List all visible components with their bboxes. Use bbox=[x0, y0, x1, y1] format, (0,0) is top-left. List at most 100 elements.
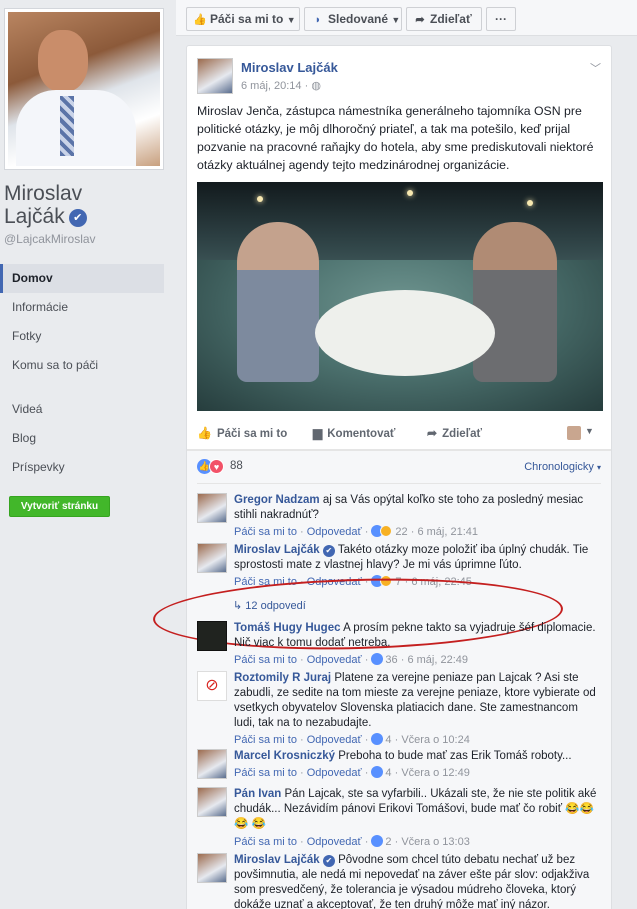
comment-time[interactable]: 6 máj, 22:45 bbox=[411, 576, 472, 588]
comment-author[interactable]: Tomáš Hugy Hugec bbox=[234, 622, 341, 634]
post-share-button[interactable]: ➦ Zdieľať bbox=[427, 426, 482, 440]
comment-body: Tomáš Hugy Hugec A prosím pekne takto sa… bbox=[234, 621, 602, 651]
page-nav: Domov Informácie Fotky Komu sa to páči V… bbox=[0, 264, 164, 482]
commenter-avatar[interactable]: ⊘ bbox=[197, 671, 227, 701]
comment-reply-link[interactable]: Odpovedať bbox=[307, 734, 362, 746]
rss-icon: ◗ bbox=[314, 14, 322, 26]
share-page-button[interactable]: ➦ Zdieľať bbox=[406, 7, 482, 31]
like-reaction-icon bbox=[371, 766, 384, 778]
nav-item-informacie[interactable]: Informácie bbox=[0, 293, 164, 322]
haha-reaction-icon bbox=[380, 525, 393, 537]
view-replies-link[interactable]: ↳ 12 odpovedí bbox=[233, 599, 306, 612]
post-card: Miroslav Lajčák 6 máj, 20:14 · ◍ ﹀ Miros… bbox=[152, 45, 612, 909]
thumbs-up-icon: 👍 bbox=[193, 14, 207, 26]
comment-body: Roztomily R Juraj Platene za verejne pen… bbox=[234, 671, 602, 731]
post-options-chevron-icon[interactable]: ﹀ bbox=[590, 60, 601, 76]
photo-lamp bbox=[257, 196, 263, 202]
comment-reaction-count: 36 bbox=[385, 654, 398, 666]
comment-like-link[interactable]: Páči sa mi to bbox=[234, 836, 297, 848]
page-name[interactable]: Miroslav Lajčák ✔ bbox=[4, 182, 87, 228]
chevron-down-icon: ▼ bbox=[286, 15, 296, 25]
comment-reply-link[interactable]: Odpovedať bbox=[307, 836, 362, 848]
commenter-avatar[interactable] bbox=[197, 749, 227, 779]
like-reaction-icon bbox=[371, 653, 384, 665]
post-like-label: Páči sa mi to bbox=[216, 428, 288, 440]
comment-sort-dropdown[interactable]: Chronologicky ▾ bbox=[524, 461, 601, 473]
like-page-button[interactable]: 👍 Páči sa mi to ▼ bbox=[186, 7, 300, 31]
comment-like-link[interactable]: Páči sa mi to bbox=[234, 654, 297, 666]
comment-author[interactable]: Pán Ivan bbox=[234, 788, 281, 800]
photo-person-right bbox=[473, 222, 557, 382]
post-photo[interactable] bbox=[197, 182, 603, 411]
comment-body: Marcel Krosniczký Preboha to bude mať za… bbox=[234, 749, 602, 764]
globe-icon: ◍ bbox=[311, 80, 321, 92]
photo-lamp bbox=[407, 190, 413, 196]
nav-item-videa[interactable]: Videá bbox=[0, 395, 164, 424]
comment-reply-link[interactable]: Odpovedať bbox=[307, 767, 362, 779]
comment-time[interactable]: 6 máj, 21:41 bbox=[417, 526, 478, 538]
post-comment-button[interactable]: ▆ Komentovať bbox=[313, 426, 395, 440]
comment-time[interactable]: 6 máj, 22:49 bbox=[407, 654, 468, 666]
chevron-down-icon: ▼ bbox=[391, 15, 401, 25]
commenter-avatar[interactable] bbox=[197, 787, 227, 817]
comment-meta: Páči sa mi to · Odpovedať · 7 · 6 máj, 2… bbox=[234, 575, 472, 588]
comment-author[interactable]: Gregor Nadzam bbox=[234, 494, 320, 506]
comment-body: Pán Ivan Pán Lajcak, ste sa vyfarbili.. … bbox=[234, 787, 602, 832]
comment-meta: Páči sa mi to · Odpovedať · 4 · Včera o … bbox=[234, 766, 470, 779]
comment-text: Preboha to bude mať zas Erik Tomáš robot… bbox=[338, 750, 572, 762]
nav-item-blog[interactable]: Blog bbox=[0, 424, 164, 453]
share-arrow-icon: ➦ bbox=[415, 14, 425, 26]
comment-reply-link[interactable]: Odpovedať bbox=[307, 654, 362, 666]
comment-like-link[interactable]: Páči sa mi to bbox=[234, 526, 297, 538]
post-like-button[interactable]: 👍 Páči sa mi to bbox=[197, 426, 287, 440]
comment-like-link[interactable]: Páči sa mi to bbox=[234, 576, 297, 588]
comment-author[interactable]: Roztomily R Juraj bbox=[234, 672, 331, 684]
post-author-name[interactable]: Miroslav Lajčák bbox=[241, 60, 338, 75]
comment-like-link[interactable]: Páči sa mi to bbox=[234, 767, 297, 779]
follow-button[interactable]: ◗ Sledované ▼ bbox=[304, 7, 402, 31]
thumbs-up-icon: 👍 bbox=[197, 426, 212, 440]
profile-picture[interactable] bbox=[8, 12, 160, 166]
create-page-button[interactable]: Vytvoriť stránku bbox=[9, 496, 110, 517]
comment-author[interactable]: Miroslav Lajčák bbox=[234, 544, 320, 556]
chevron-down-icon: ▾ bbox=[596, 463, 601, 472]
comment-reaction-count: 4 bbox=[385, 767, 392, 779]
nav-item-domov[interactable]: Domov bbox=[0, 264, 164, 293]
like-page-label: Páči sa mi to bbox=[210, 12, 284, 26]
profile-picture-frame[interactable] bbox=[4, 8, 164, 170]
nav-item-fotky[interactable]: Fotky bbox=[0, 322, 164, 351]
commenter-avatar[interactable] bbox=[197, 621, 227, 651]
profile-picture-head bbox=[38, 30, 88, 92]
no-fire-icon: ⊘ bbox=[205, 677, 219, 694]
post-comment-label: Komentovať bbox=[327, 428, 396, 440]
post-actions-bar: 👍 Páči sa mi to ▆ Komentovať ➦ Zdieľať ▼ bbox=[187, 420, 611, 450]
comment-time[interactable]: Včera o 10:24 bbox=[401, 734, 470, 746]
page-action-bar: 👍 Páči sa mi to ▼ ◗ Sledované ▼ ➦ Zdieľať ·… bbox=[176, 0, 637, 36]
post-timestamp[interactable]: 6 máj, 20:14 · ◍ bbox=[241, 79, 321, 92]
more-icon: ··· bbox=[495, 12, 507, 26]
comment-meta: Páči sa mi to · Odpovedať · 22 · 6 máj, … bbox=[234, 525, 478, 538]
photo-lamp bbox=[527, 200, 533, 206]
page-name-line2: Lajčák bbox=[4, 205, 65, 228]
comment-reaction-count: 2 bbox=[385, 836, 392, 848]
comment-reply-link[interactable]: Odpovedať bbox=[307, 526, 362, 538]
comment-like-link[interactable]: Páči sa mi to bbox=[234, 734, 297, 746]
comment-author[interactable]: Miroslav Lajčák bbox=[234, 854, 320, 866]
comment-body: Miroslav Lajčák ✔ Pôvodne som chcel túto… bbox=[234, 853, 602, 909]
comment-time[interactable]: Včera o 12:49 bbox=[401, 767, 470, 779]
comment-time[interactable]: Včera o 13:03 bbox=[401, 836, 470, 848]
commenter-avatar[interactable] bbox=[197, 853, 227, 883]
post-as-selector[interactable]: ▼ bbox=[567, 426, 597, 444]
nav-item-komu-sa-to-paci[interactable]: Komu sa to páči bbox=[0, 351, 164, 395]
comment-reaction-count: 4 bbox=[385, 734, 392, 746]
comment-reply-link[interactable]: Odpovedať bbox=[307, 576, 362, 588]
commenter-avatar[interactable] bbox=[197, 543, 227, 573]
comment-author[interactable]: Marcel Krosniczký bbox=[234, 750, 335, 762]
nav-item-prispevky[interactable]: Príspevky bbox=[0, 453, 164, 482]
more-button[interactable]: ··· bbox=[486, 7, 516, 31]
comment-meta: Páči sa mi to · Odpovedať · 2 · Včera o … bbox=[234, 835, 470, 848]
commenter-avatar[interactable] bbox=[197, 493, 227, 523]
share-page-label: Zdieľať bbox=[430, 12, 472, 26]
page-handle[interactable]: @LajcakMiroslav bbox=[4, 232, 96, 246]
post-author-avatar[interactable] bbox=[197, 58, 233, 94]
